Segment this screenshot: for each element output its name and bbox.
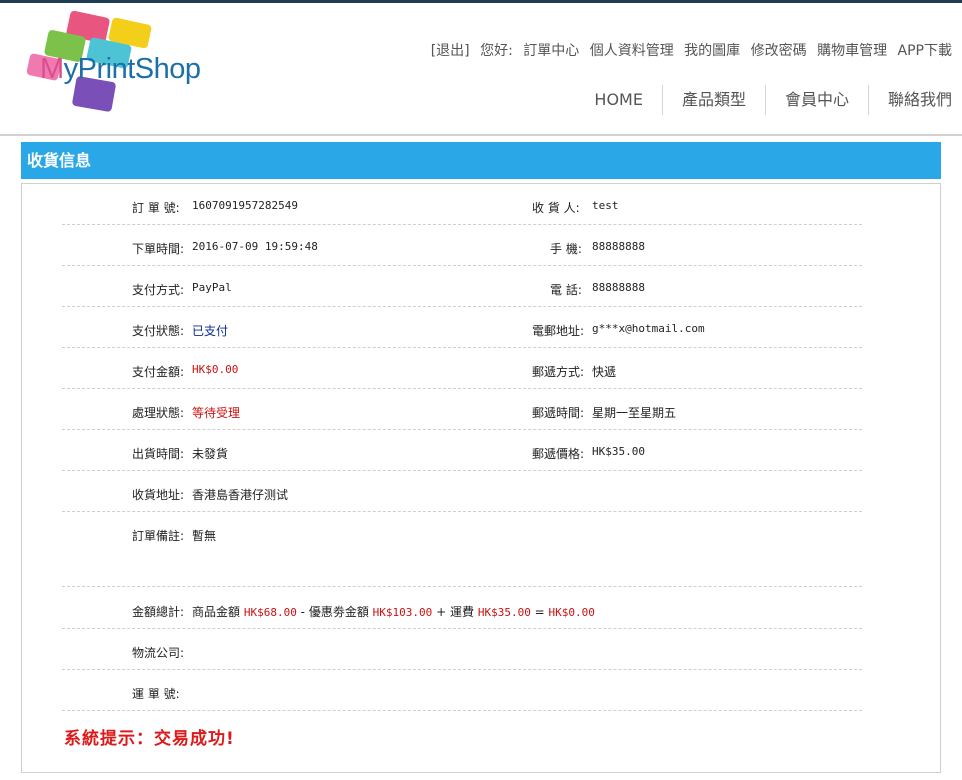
gallery-link[interactable]: 我的圖庫: [684, 43, 740, 59]
payment-status-value: 已支付: [192, 324, 229, 338]
logout-link[interactable]: [退出]: [431, 43, 470, 59]
phone-value: 88888888: [592, 281, 645, 294]
app-download-link[interactable]: APP下載: [898, 43, 952, 59]
order-info-panel: 訂 單 號: 1607091957282549 收 貨 人: test 下單時間…: [21, 183, 941, 773]
logistics-label: 物流公司:: [132, 646, 185, 660]
myprintshop-logo[interactable]: MyPrintShop: [26, 10, 216, 116]
top-links: [退出] 您好: 訂單中心 個人資料管理 我的圖庫 修改密碼 購物車管理 APP…: [425, 40, 952, 60]
coupon-amount: HK$103.00: [372, 606, 433, 619]
nav-member[interactable]: 會員中心: [766, 85, 868, 115]
orders-link[interactable]: 訂單中心: [523, 43, 579, 59]
site-header: MyPrintShop [退出] 您好: 訂單中心 個人資料管理 我的圖庫 修改…: [0, 3, 962, 134]
shipping-price-value: HK$35.00: [592, 445, 645, 458]
order-row: 支付狀態: 已支付 電郵地址: g***x@hotmail.com: [62, 322, 862, 348]
note-value: 暫無: [192, 529, 217, 543]
order-row: 物流公司:: [62, 644, 862, 670]
payment-amount-value: HK$0.00: [192, 363, 239, 376]
address-value: 香港島香港仔测试: [192, 488, 289, 502]
order-no-label: 訂 單 號:: [132, 201, 180, 215]
total-amount: HK$0.00: [548, 606, 595, 619]
order-row: 下單時間: 2016-07-09 19:59:48 手 機: 88888888: [62, 240, 862, 266]
order-row: 支付方式: PayPal 電 話: 88888888: [62, 281, 862, 307]
payment-amount-label: 支付金額:: [132, 365, 185, 379]
equals-sign: =: [534, 605, 545, 619]
mobile-label: 手 機:: [550, 242, 582, 256]
nav-contact[interactable]: 聯絡我們: [869, 85, 952, 115]
nav-products[interactable]: 產品類型: [663, 85, 765, 115]
profile-link[interactable]: 個人資料管理: [590, 43, 674, 59]
order-row: 訂 單 號: 1607091957282549 收 貨 人: test: [62, 199, 862, 225]
shipping-time-value: 星期一至星期五: [592, 406, 677, 420]
ship-time-value: 未發貨: [192, 447, 229, 461]
header-divider: [0, 134, 962, 136]
order-row: 收貨地址: 香港島香港仔测试: [62, 486, 862, 512]
email-value: g***x@hotmail.com: [592, 322, 705, 335]
ship-time-label: 出貨時間:: [132, 447, 185, 461]
mobile-value: 88888888: [592, 240, 645, 253]
coupon-label: 優惠劵金額: [308, 605, 369, 619]
shipping-price-label: 郵遞價格:: [532, 447, 585, 461]
goods-label: 商品金額: [192, 605, 241, 619]
payment-method-value: PayPal: [192, 281, 232, 294]
total-formula: 商品金額 HK$68.00 - 優惠劵金額 HK$103.00 + 運費 HK$…: [192, 603, 595, 620]
shipping-method-value: 快遞: [592, 365, 617, 379]
tracking-label: 運 單 號:: [132, 687, 180, 701]
nav-home[interactable]: HOME: [575, 85, 662, 115]
system-message: 系統提示：交易成功!: [64, 729, 235, 749]
shipping-method-label: 郵遞方式:: [532, 365, 585, 379]
order-row: 處理狀態: 等待受理 郵遞時間: 星期一至星期五: [62, 404, 862, 430]
main-nav: HOME 產品類型 會員中心 聯絡我們: [575, 85, 952, 115]
section-title: 收貨信息: [21, 142, 941, 179]
email-label: 電郵地址:: [532, 324, 585, 338]
order-time-value: 2016-07-09 19:59:48: [192, 240, 318, 253]
plus-sign: +: [436, 605, 447, 619]
note-label: 訂單備註:: [132, 529, 185, 543]
order-time-label: 下單時間:: [132, 242, 185, 256]
order-no-value: 1607091957282549: [192, 199, 298, 212]
payment-status-label: 支付狀態:: [132, 324, 185, 338]
shipping-time-label: 郵遞時間:: [532, 406, 585, 420]
payment-method-label: 支付方式:: [132, 283, 185, 297]
order-row: 支付金額: HK$0.00 郵遞方式: 快遞: [62, 363, 862, 389]
order-row: 金額總計: 商品金額 HK$68.00 - 優惠劵金額 HK$103.00 + …: [62, 603, 862, 629]
process-status-label: 處理狀態:: [132, 406, 185, 420]
logo-text: MyPrintShop: [40, 53, 201, 85]
order-row: 出貨時間: 未發貨 郵遞價格: HK$35.00: [62, 445, 862, 471]
phone-label: 電 話:: [550, 283, 582, 297]
order-row: 訂單備註: 暫無: [62, 527, 862, 587]
goods-amount: HK$68.00: [243, 606, 297, 619]
freight-label: 運費: [450, 605, 475, 619]
process-status-value: 等待受理: [192, 406, 241, 420]
change-password-link[interactable]: 修改密碼: [751, 43, 807, 59]
total-label: 金額總計:: [132, 605, 185, 619]
receiver-label: 收 貨 人:: [532, 201, 580, 215]
cart-link[interactable]: 購物車管理: [817, 43, 887, 59]
address-label: 收貨地址:: [132, 488, 185, 502]
order-row: 運 單 號:: [62, 685, 862, 711]
receiver-value: test: [592, 199, 619, 212]
greeting-text: 您好:: [480, 43, 513, 59]
freight-amount: HK$35.00: [477, 606, 531, 619]
minus-sign: -: [300, 605, 305, 619]
